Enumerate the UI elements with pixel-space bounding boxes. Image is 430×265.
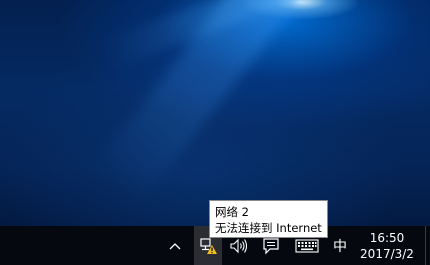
clock[interactable]: 16:50 2017/3/2	[354, 226, 420, 265]
clock-time: 16:50	[369, 230, 405, 245]
show-hidden-icons-button[interactable]	[166, 226, 184, 265]
touch-keyboard-icon	[295, 238, 319, 253]
light-beam	[92, 0, 300, 205]
network-warning-icon	[200, 237, 217, 254]
chevron-up-icon	[169, 242, 181, 249]
clock-date: 2017/3/2	[360, 246, 414, 261]
action-center-icon	[263, 237, 279, 254]
volume-icon	[230, 238, 248, 253]
network-tooltip: 网络 2 无法连接到 Internet	[209, 200, 328, 238]
show-desktop-button[interactable]	[425, 226, 430, 265]
light-beam	[101, 0, 300, 69]
desktop-background[interactable]	[0, 0, 430, 226]
input-method-indicator[interactable]: 中	[329, 226, 351, 265]
screen: 网络 2 无法连接到 Internet 中 16:50 2017/3/2	[0, 0, 430, 265]
tooltip-network-status: 无法连接到 Internet	[215, 221, 322, 235]
tooltip-network-name: 网络 2	[215, 205, 249, 219]
